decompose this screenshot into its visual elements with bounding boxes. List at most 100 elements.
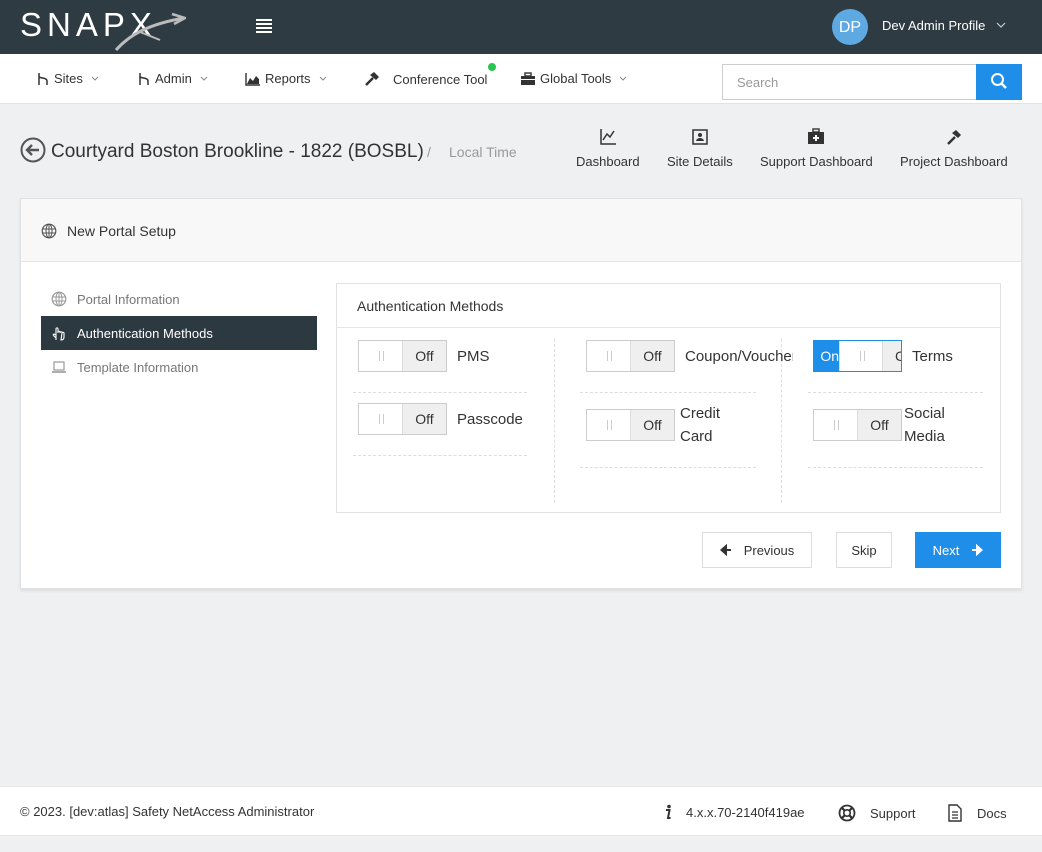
coupon-voucher-toggle[interactable]: Off: [586, 340, 675, 372]
medkit-icon: [808, 128, 825, 144]
arrow-right-icon: [972, 544, 984, 556]
column-divider: [554, 339, 555, 503]
auth-card-header: Authentication Methods: [337, 284, 1000, 328]
step-label: Portal Information: [77, 291, 180, 307]
footer-docs-label: Docs: [977, 805, 1007, 821]
footer-docs-link[interactable]: Docs: [947, 804, 1007, 822]
step-label: Template Information: [77, 359, 199, 375]
step-portal-information[interactable]: Portal Information: [41, 282, 317, 316]
hammer-icon: [946, 130, 961, 145]
hammer-icon: [365, 72, 379, 86]
arrow-left-icon: [719, 544, 731, 556]
toggle-handle: [814, 410, 858, 440]
passcode-toggle[interactable]: Off: [358, 403, 447, 435]
logo-swoosh-icon: [114, 12, 186, 51]
life-ring-icon: [838, 804, 856, 822]
toggle-handle: [359, 404, 403, 434]
chevron-down-icon[interactable]: [996, 20, 1006, 30]
toggle-state: Off: [858, 410, 901, 440]
quick-link-project-dashboard[interactable]: Project Dashboard: [900, 128, 1008, 169]
row-divider: [808, 467, 983, 468]
footer-support-link[interactable]: Support: [838, 804, 916, 822]
skip-button[interactable]: Skip: [836, 532, 892, 568]
top-bar: SNAPX DP Dev Admin Profile: [0, 0, 1042, 54]
nav-sites[interactable]: Sites: [36, 71, 101, 86]
step-label: Authentication Methods: [77, 325, 213, 341]
search-input[interactable]: [722, 64, 976, 100]
nav-reports[interactable]: Reports: [245, 71, 329, 86]
search-button[interactable]: [976, 64, 1022, 100]
toggle-state: On: [814, 341, 839, 371]
nav-reports-label: Reports: [265, 71, 311, 86]
toggle-handle: [587, 410, 631, 440]
next-button-label: Next: [932, 542, 960, 558]
chevron-down-icon: [319, 76, 326, 81]
document-icon: [948, 804, 962, 822]
toggle-handle: [359, 341, 403, 371]
globe-icon: [51, 291, 67, 307]
chevron-down-icon: [91, 76, 99, 81]
terms-label: Terms: [912, 348, 953, 365]
nav-global-tools-label: Global Tools: [540, 71, 612, 86]
auth-card-title: Authentication Methods: [357, 298, 504, 314]
pms-label: PMS: [457, 348, 490, 365]
toolbox-icon: [521, 71, 535, 85]
toggle-state: Off: [403, 404, 446, 434]
chevron-down-icon: [200, 76, 208, 81]
previous-button-label: Previous: [743, 542, 795, 558]
quick-link-support-dashboard-label: Support Dashboard: [760, 154, 873, 169]
fork-icon: [38, 72, 48, 85]
toggle-handle: [587, 341, 631, 371]
back-arrow-icon[interactable]: [20, 137, 46, 163]
row-divider: [580, 467, 756, 468]
page-title: Courtyard Boston Brookline - 1822 (BOSBL…: [51, 141, 424, 162]
quick-link-project-dashboard-label: Project Dashboard: [900, 154, 1008, 169]
toggle-off-label: C: [883, 341, 901, 371]
auth-methods-grid: Off PMS Off Passcode Off Coupon/Voucher …: [337, 329, 1000, 513]
coupon-voucher-label: Coupon/Voucher: [685, 348, 793, 365]
version-info: 4.x.x.70-2140f419ae: [664, 804, 805, 820]
terms-toggle[interactable]: On C: [813, 340, 902, 372]
step-template-information[interactable]: Template Information: [41, 350, 317, 384]
profile-name[interactable]: Dev Admin Profile: [882, 18, 985, 33]
row-divider: [353, 455, 527, 456]
area-chart-icon: [245, 72, 260, 86]
globe-icon: [41, 223, 57, 239]
nav-global-tools[interactable]: Global Tools: [520, 71, 629, 86]
step-authentication-methods[interactable]: Authentication Methods: [41, 316, 317, 350]
nav-admin[interactable]: Admin: [137, 71, 210, 86]
snapx-logo[interactable]: SNAPX: [20, 8, 190, 52]
previous-button[interactable]: Previous: [702, 532, 812, 568]
credit-card-toggle[interactable]: Off: [586, 409, 675, 441]
social-media-toggle[interactable]: Off: [813, 409, 902, 441]
menu-toggle-icon[interactable]: [256, 19, 272, 35]
toggle-state: Off: [403, 341, 446, 371]
nav-sites-label: Sites: [54, 71, 83, 86]
panel-title: New Portal Setup: [67, 223, 176, 239]
toggle-state: Off: [631, 341, 674, 371]
search-icon: [991, 72, 1007, 89]
quick-link-dashboard[interactable]: Dashboard: [576, 128, 640, 169]
nav-conference-tool[interactable]: Conference Tool: [364, 71, 487, 87]
quick-link-support-dashboard[interactable]: Support Dashboard: [760, 128, 873, 169]
row-divider: [808, 392, 983, 393]
quick-link-dashboard-label: Dashboard: [576, 154, 640, 169]
nav-admin-label: Admin: [155, 71, 192, 86]
next-button[interactable]: Next: [915, 532, 1001, 568]
toggle-handle: [839, 341, 883, 371]
skip-button-label: Skip: [851, 542, 877, 558]
pms-toggle[interactable]: Off: [358, 340, 447, 372]
local-time: Local Time: [449, 144, 517, 160]
fork-icon: [139, 72, 149, 85]
row-divider: [353, 392, 527, 393]
nav-conference-tool-label: Conference Tool: [393, 71, 488, 87]
toggle-state: Off: [631, 410, 674, 440]
avatar[interactable]: DP: [832, 9, 868, 45]
line-chart-icon: [600, 129, 616, 145]
quick-link-site-details-label: Site Details: [667, 154, 733, 169]
footer-support-label: Support: [870, 805, 916, 821]
authentication-methods-card: Authentication Methods Off PMS Off Passc…: [336, 283, 1001, 513]
panel-header: New Portal Setup: [21, 199, 1021, 262]
quick-link-site-details[interactable]: Site Details: [667, 128, 733, 169]
passcode-label: Passcode: [457, 411, 523, 428]
